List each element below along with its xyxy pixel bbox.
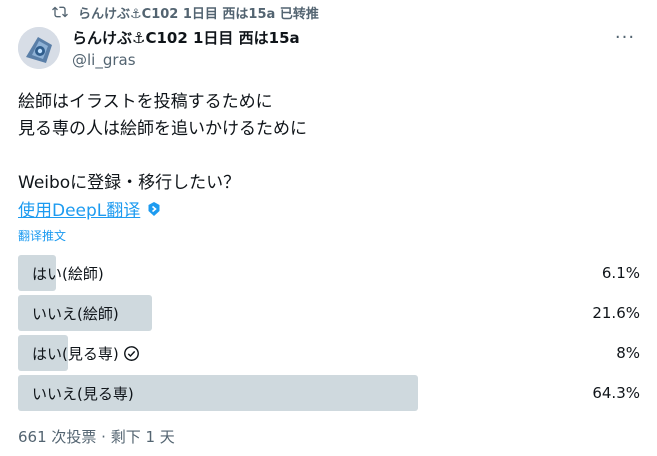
- avatar-image: [18, 27, 60, 69]
- poll-option: いいえ(絵師) 21.6%: [18, 295, 640, 331]
- poll-option-percent: 21.6%: [592, 304, 640, 322]
- translate-link[interactable]: 使用DeepL翻译: [18, 196, 162, 221]
- poll-option-label: はい(絵師): [18, 263, 104, 284]
- avatar[interactable]: [18, 27, 60, 69]
- poll-footer: 661 次投票 · 剩下 1 天: [18, 428, 175, 446]
- poll-option-label: いいえ(絵師): [18, 303, 119, 324]
- poll-option: いいえ(見る専) 64.3%: [18, 375, 640, 411]
- poll-option-text: はい(見る専): [32, 344, 119, 363]
- poll-option-percent: 8%: [616, 344, 640, 362]
- deepl-badge-icon: [148, 201, 160, 216]
- display-name[interactable]: らんけぶ⚓C102 1日目 西は15a: [72, 28, 300, 48]
- poll-option-text: はい(絵師): [32, 264, 104, 283]
- poll-option-label: はい(見る専): [18, 343, 140, 364]
- author-info: らんけぶ⚓C102 1日目 西は15a @li_gras: [72, 28, 300, 70]
- tweet-text: 絵師はイラストを投稿するために 見る専の人は絵師を追いかけるために Weiboに…: [18, 92, 307, 193]
- repost-indicator: らんけぶ⚓C102 1日目 西は15a 已转推: [52, 3, 319, 22]
- poll: はい(絵師) 6.1% いいえ(絵師) 21.6% はい(見る専) 8% いいえ(見る専) 6…: [18, 255, 640, 415]
- more-options-button[interactable]: ···: [611, 26, 639, 48]
- more-icon: ···: [614, 26, 636, 48]
- poll-option-percent: 64.3%: [592, 384, 640, 402]
- poll-option-text: いいえ(絵師): [32, 304, 119, 323]
- translate-label: 使用DeepL翻译: [18, 201, 141, 221]
- poll-option: はい(見る専) 8%: [18, 335, 640, 371]
- poll-option-label: いいえ(見る専): [18, 383, 134, 404]
- user-handle[interactable]: @li_gras: [72, 50, 300, 70]
- poll-option-percent: 6.1%: [601, 264, 640, 282]
- poll-option-text: いいえ(見る専): [32, 384, 134, 403]
- check-icon: [123, 345, 139, 361]
- poll-option: はい(絵師) 6.1%: [18, 255, 640, 291]
- repost-icon: [52, 6, 68, 18]
- repost-text[interactable]: らんけぶ⚓C102 1日目 西は15a 已转推: [78, 3, 319, 22]
- translate-tweet-link[interactable]: 翻译推文: [18, 227, 66, 244]
